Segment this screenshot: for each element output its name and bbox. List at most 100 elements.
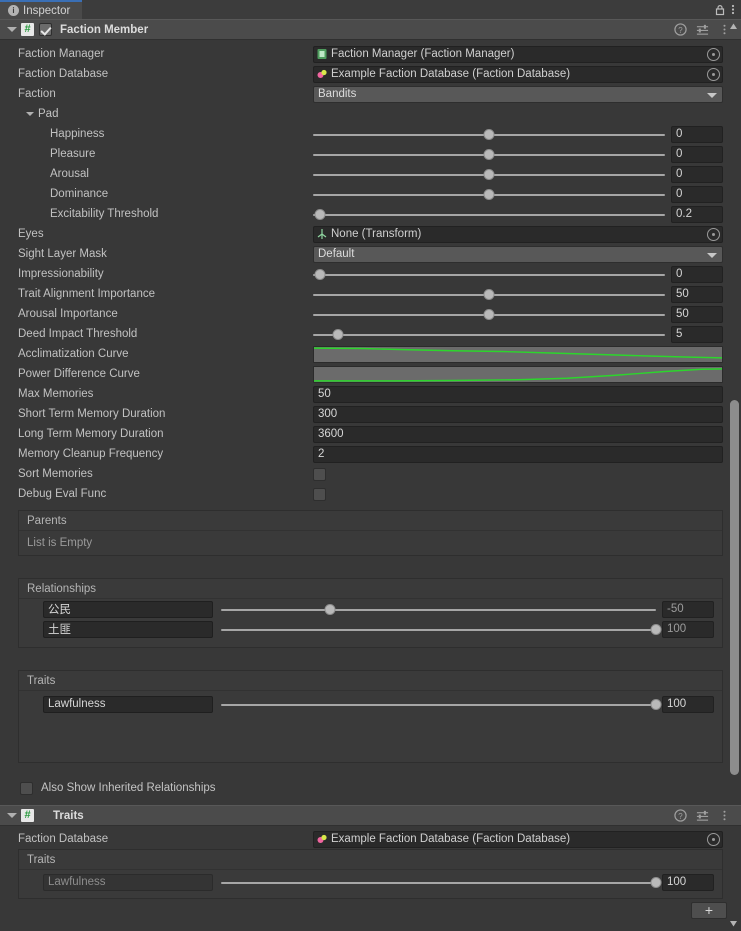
slider-knob[interactable]: [332, 328, 344, 340]
relationship-slider[interactable]: [221, 621, 662, 638]
eyes-object-field[interactable]: None (Transform): [313, 225, 723, 243]
sight-layer-mask-dropdown[interactable]: Default: [313, 245, 723, 263]
deed-impact-threshold-value[interactable]: 5: [671, 325, 723, 343]
trait-name[interactable]: Lawfulness: [43, 695, 213, 713]
object-picker-icon[interactable]: [707, 47, 720, 61]
field-label: Trait Alignment Importance: [18, 288, 155, 300]
sort-memories-checkbox[interactable]: [313, 467, 326, 481]
slider-knob[interactable]: [650, 698, 662, 710]
trait-slider[interactable]: [221, 874, 662, 891]
trait-name[interactable]: Lawfulness: [43, 873, 213, 891]
slider-knob[interactable]: [483, 188, 495, 200]
trait-alignment-importance-value[interactable]: 50: [671, 285, 723, 303]
long-term-memory-duration-input[interactable]: 3600: [313, 425, 723, 443]
more-menu-icon[interactable]: [718, 809, 731, 822]
slider-knob[interactable]: [483, 168, 495, 180]
scriptable-object-icon: [317, 834, 327, 843]
object-picker-icon[interactable]: [707, 832, 720, 846]
trait-slider[interactable]: [221, 696, 662, 713]
impressionability-slider[interactable]: [313, 266, 665, 283]
vertical-scrollbar-thumb[interactable]: [730, 400, 739, 775]
traits-faction-database-object-field[interactable]: Example Faction Database (Faction Databa…: [313, 830, 723, 848]
slider-knob[interactable]: [324, 603, 336, 615]
add-button[interactable]: +: [691, 901, 727, 919]
faction-dropdown[interactable]: Bandits: [313, 85, 723, 103]
deed-impact-threshold-slider[interactable]: [313, 326, 665, 343]
slider-knob[interactable]: [483, 148, 495, 160]
impressionability-value[interactable]: 0: [671, 265, 723, 283]
also-show-inherited-relationships-checkbox[interactable]: [20, 781, 33, 795]
faction-manager-object-field[interactable]: Faction Manager (Faction Manager): [313, 45, 723, 63]
foldout-arrow-icon[interactable]: [6, 25, 17, 35]
component-header-traits[interactable]: # Traits ?: [0, 805, 741, 826]
foldout-pad[interactable]: Pad: [0, 104, 741, 124]
max-memories-input[interactable]: 50: [313, 385, 723, 403]
parents-list-header[interactable]: Parents: [19, 511, 722, 531]
pad-row-arousal: Arousal 0: [0, 164, 741, 184]
faction-database-object-field[interactable]: Example Faction Database (Faction Databa…: [313, 65, 723, 83]
object-picker-icon[interactable]: [707, 67, 720, 81]
power-difference-curve-field[interactable]: [313, 365, 723, 383]
field-label: Faction Manager: [18, 48, 105, 60]
help-icon[interactable]: ?: [674, 809, 687, 822]
traits-faction-database-value: Example Faction Database (Faction Databa…: [331, 833, 571, 845]
short-term-memory-duration-input[interactable]: 300: [313, 405, 723, 423]
trait-alignment-importance-slider[interactable]: [313, 286, 665, 303]
pleasure-value[interactable]: 0: [671, 145, 723, 163]
also-show-inherited-relationships-row[interactable]: Also Show Inherited Relationships: [0, 777, 741, 799]
object-picker-icon[interactable]: [707, 227, 720, 241]
relationship-name[interactable]: 公民: [43, 600, 213, 618]
svg-text:?: ?: [678, 26, 683, 35]
slider-knob[interactable]: [314, 208, 326, 220]
scroll-down-arrow-icon[interactable]: [729, 919, 738, 928]
slider-knob[interactable]: [650, 623, 662, 635]
slider-knob[interactable]: [650, 876, 662, 888]
help-icon[interactable]: ?: [674, 23, 687, 36]
excitability-threshold-value[interactable]: 0.2: [671, 205, 723, 223]
component-header-actions: ?: [674, 809, 737, 822]
relationships-list-header[interactable]: Relationships: [19, 579, 722, 599]
preset-icon[interactable]: [696, 809, 709, 822]
scroll-up-arrow-icon[interactable]: [729, 22, 738, 31]
arousal-importance-slider[interactable]: [313, 306, 665, 323]
lock-icon[interactable]: [714, 4, 726, 16]
slider-knob[interactable]: [314, 268, 326, 280]
foldout-arrow-icon[interactable]: [6, 811, 17, 821]
relationship-value[interactable]: 100: [662, 620, 714, 638]
tab-inspector[interactable]: i Inspector: [0, 0, 83, 19]
faction-value: Bandits: [318, 88, 357, 100]
relationship-row: 土匪 100: [19, 619, 722, 639]
slider-knob[interactable]: [483, 288, 495, 300]
relationship-value[interactable]: -50: [662, 600, 714, 618]
trait-value[interactable]: 100: [662, 695, 714, 713]
relationship-slider[interactable]: [221, 601, 656, 618]
happiness-value[interactable]: 0: [671, 125, 723, 143]
foldout-arrow-icon[interactable]: [26, 112, 34, 116]
preset-icon[interactable]: [696, 23, 709, 36]
dominance-slider[interactable]: [313, 186, 665, 203]
cs-script-icon: #: [21, 23, 34, 36]
traits-list-header[interactable]: Traits: [19, 671, 722, 691]
transform-icon: [317, 229, 327, 239]
pleasure-slider[interactable]: [313, 146, 665, 163]
arousal-value[interactable]: 0: [671, 165, 723, 183]
excitability-threshold-slider[interactable]: [313, 206, 665, 223]
arousal-slider[interactable]: [313, 166, 665, 183]
slider-knob[interactable]: [483, 308, 495, 320]
component-enabled-checkbox[interactable]: [39, 23, 52, 36]
debug-eval-func-checkbox[interactable]: [313, 487, 326, 501]
happiness-slider[interactable]: [313, 126, 665, 143]
traits-component-list-header[interactable]: Traits: [19, 850, 722, 870]
slider-knob[interactable]: [483, 128, 495, 140]
arousal-importance-value[interactable]: 50: [671, 305, 723, 323]
acclimatization-curve-field[interactable]: [313, 345, 723, 363]
component-header-actions: ?: [674, 23, 737, 36]
component-header-faction-member[interactable]: # Faction Member ?: [0, 19, 741, 40]
dominance-value[interactable]: 0: [671, 185, 723, 203]
memory-cleanup-frequency-input[interactable]: 2: [313, 445, 723, 463]
trait-value[interactable]: 100: [662, 873, 714, 891]
relationship-name[interactable]: 土匪: [43, 620, 213, 638]
inspector-window: i Inspector # Faction Member ? Faction M…: [0, 0, 741, 931]
more-menu-icon[interactable]: [731, 3, 735, 16]
field-acclimatization-curve: Acclimatization Curve: [0, 344, 741, 364]
